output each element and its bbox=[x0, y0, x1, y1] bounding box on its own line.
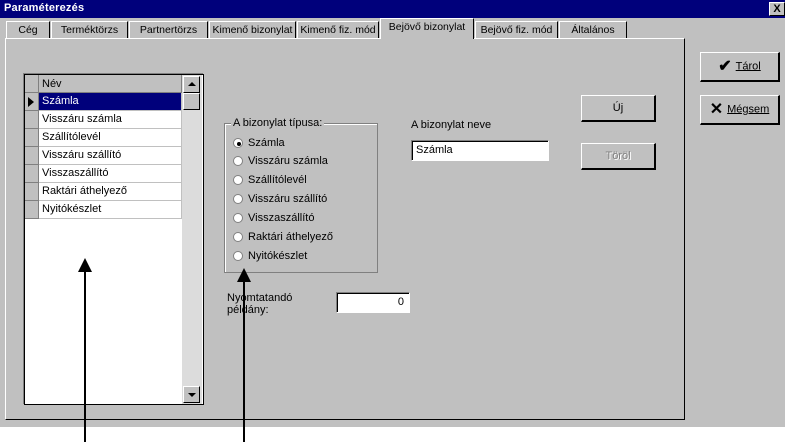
radio-label[interactable]: Visszáru szállító bbox=[248, 193, 327, 205]
new-button[interactable]: Új bbox=[581, 95, 656, 122]
list-item[interactable]: Számla bbox=[39, 93, 182, 111]
list-scrollbar[interactable] bbox=[182, 75, 202, 404]
checkmark-icon: ✔ bbox=[718, 58, 732, 75]
row-indicator[interactable] bbox=[25, 129, 39, 147]
scroll-down-button[interactable] bbox=[183, 386, 200, 403]
radio-label[interactable]: Visszáru számla bbox=[248, 155, 328, 167]
arrow-down-icon bbox=[188, 393, 196, 397]
copies-input[interactable]: 0 bbox=[336, 292, 410, 313]
doc-name-input[interactable]: Számla bbox=[411, 140, 549, 161]
list-item[interactable]: Szállítólevél bbox=[39, 129, 182, 147]
window-title: Paraméterezés bbox=[4, 2, 85, 14]
radio-selected-dot bbox=[237, 142, 241, 146]
save-button[interactable]: ✔ Tárol bbox=[700, 52, 780, 82]
radio-button[interactable] bbox=[233, 138, 243, 148]
row-indicator[interactable] bbox=[25, 93, 39, 111]
grid-header[interactable]: Név bbox=[25, 75, 182, 93]
list-item[interactable]: Raktári áthelyező bbox=[39, 183, 182, 201]
radio-label[interactable]: Számla bbox=[248, 137, 285, 149]
radio-label[interactable]: Raktári áthelyező bbox=[248, 231, 333, 243]
radio-button[interactable] bbox=[233, 194, 243, 204]
row-indicator[interactable] bbox=[25, 165, 39, 183]
row-indicator[interactable] bbox=[25, 183, 39, 201]
tab-altalanos[interactable]: Általános bbox=[559, 21, 627, 38]
list-item[interactable]: Nyitókészlet bbox=[39, 201, 182, 219]
list-item[interactable]: Visszáru számla bbox=[39, 111, 182, 129]
list-item[interactable]: Visszaszállító bbox=[39, 165, 182, 183]
tab-partnertorzs[interactable]: Partnertörzs bbox=[129, 21, 208, 38]
tab-bejovo-bizonylat[interactable]: Bejövő bizonylat bbox=[380, 18, 474, 39]
radio-label[interactable]: Nyitókészlet bbox=[248, 250, 307, 262]
tab-kimeno-bizonylat[interactable]: Kimenő bizonylat bbox=[209, 21, 296, 38]
annotation-arrowhead bbox=[237, 268, 251, 282]
row-indicator[interactable] bbox=[25, 147, 39, 165]
radio-button[interactable] bbox=[233, 175, 243, 185]
name-list-grid[interactable]: Név Számla Visszáru számla Szállítólevél… bbox=[24, 74, 204, 405]
tab-ceg[interactable]: Cég bbox=[6, 21, 50, 38]
tab-bejovo-fiz-mod[interactable]: Bejövő fiz. mód bbox=[475, 21, 558, 38]
row-indicator[interactable] bbox=[25, 201, 39, 219]
header-indicator bbox=[25, 75, 39, 93]
current-row-icon bbox=[28, 97, 34, 107]
tab-kimeno-fiz-mod[interactable]: Kimenő fiz. mód bbox=[297, 21, 379, 38]
cancel-button[interactable]: ✕ Mégsem bbox=[700, 95, 780, 125]
scroll-thumb[interactable] bbox=[183, 93, 200, 110]
copies-label: Nyomtatandó példány: bbox=[227, 292, 293, 316]
save-button-label: Tárol bbox=[735, 60, 761, 73]
tab-strip: Cég Terméktörzs Partnertörzs Kimenő bizo… bbox=[6, 18, 686, 39]
title-bar: Paraméterezés X bbox=[0, 0, 785, 18]
radio-button[interactable] bbox=[233, 251, 243, 261]
doc-name-label: A bizonylat neve bbox=[411, 119, 492, 131]
radio-button[interactable] bbox=[233, 232, 243, 242]
annotation-arrowhead bbox=[78, 258, 92, 272]
row-indicator[interactable] bbox=[25, 111, 39, 129]
radio-button[interactable] bbox=[233, 156, 243, 166]
arrow-up-icon bbox=[188, 82, 196, 86]
annotation-arrow-line bbox=[84, 268, 86, 442]
scroll-up-button[interactable] bbox=[183, 76, 200, 93]
radio-label[interactable]: Szállítólevél bbox=[248, 174, 307, 186]
grid-header-label: Név bbox=[42, 78, 62, 90]
annotation-arrow-line bbox=[243, 278, 245, 442]
doc-type-legend: A bizonylat típusa: bbox=[231, 117, 325, 129]
dialog-window: Paraméterezés X Cég Terméktörzs Partnert… bbox=[0, 0, 785, 427]
radio-label[interactable]: Visszaszállító bbox=[248, 212, 314, 224]
list-item[interactable]: Visszáru szállító bbox=[39, 147, 182, 165]
tab-termektorzs[interactable]: Terméktörzs bbox=[51, 21, 128, 38]
x-mark-icon: ✕ bbox=[709, 101, 724, 118]
radio-button[interactable] bbox=[233, 213, 243, 223]
cancel-button-label: Mégsem bbox=[727, 103, 770, 116]
delete-button[interactable]: Töröl bbox=[581, 143, 656, 170]
close-button[interactable]: X bbox=[769, 2, 785, 16]
